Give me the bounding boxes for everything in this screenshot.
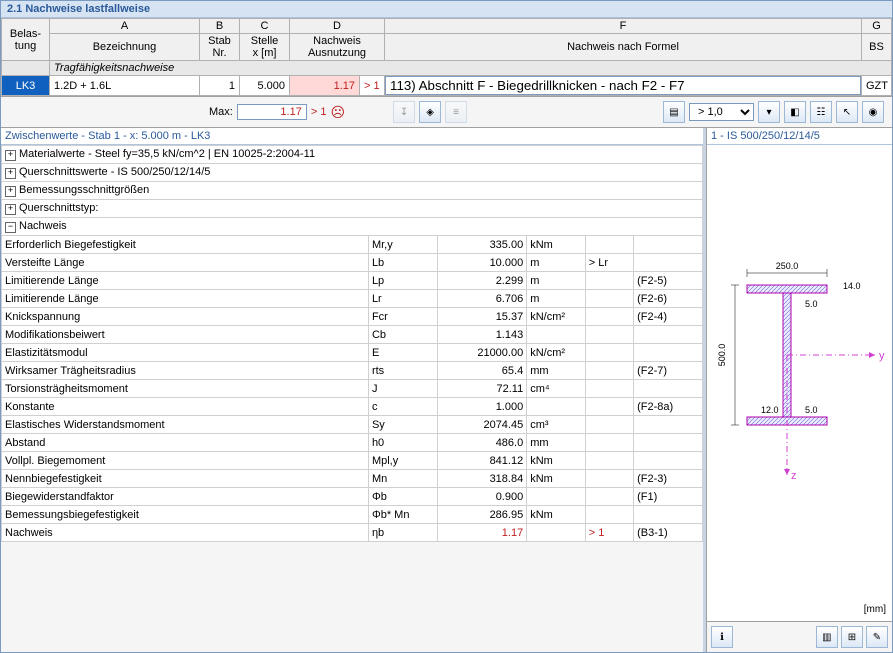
cell-flag[interactable]: > 1	[360, 76, 385, 96]
jump-start-button[interactable]: ↧	[393, 101, 415, 123]
col-header[interactable]: Bezeichnung	[50, 34, 200, 61]
funnel-icon[interactable]: ▾	[758, 101, 780, 123]
row-loadcase[interactable]: LK3	[2, 76, 50, 96]
expander-icon[interactable]: −	[5, 222, 16, 233]
stress-points-button[interactable]: ⊞	[841, 626, 863, 648]
section-toolbar: ℹ ▥ ⊞ ✎	[707, 621, 892, 652]
export-excel-button[interactable]: ☷	[810, 101, 832, 123]
results-grid: Belas-tung A B C D F G Bezeichnung StabN…	[1, 18, 892, 97]
section-graphic[interactable]: 250.0 500.0 14.0 5.0 5.0 12.0	[707, 145, 892, 621]
details-pane: Zwischenwerte - Stab 1 - x: 5.000 m - LK…	[1, 128, 706, 652]
col-letter[interactable]: F	[385, 19, 862, 34]
svg-text:z: z	[791, 470, 797, 482]
col-header[interactable]: Stellex [m]	[240, 34, 290, 61]
detail-row[interactable]: Wirksamer Trägheitsradiusrts65.4mm(F2-7)	[2, 362, 703, 380]
detail-row[interactable]: Elastisches WiderstandsmomentSy2074.45cm…	[2, 416, 703, 434]
max-label: Max:	[209, 106, 233, 118]
detail-row[interactable]: TorsionsträgheitsmomentJ72.11cm⁴	[2, 380, 703, 398]
ratio-filter-dropdown[interactable]: > 1,0	[689, 103, 754, 121]
group-row[interactable]: Tragfähigkeitsnachweise	[2, 61, 892, 76]
detail-row[interactable]: Versteifte LängeLb10.000m> Lr	[2, 254, 703, 272]
cell-x[interactable]: 5.000	[240, 76, 290, 96]
col-letter[interactable]: D	[290, 19, 385, 34]
col-letter[interactable]: C	[240, 19, 290, 34]
filter-results-button[interactable]: ▤	[663, 101, 685, 123]
detail-row[interactable]: NennbiegefestigkeitMn318.84kNm(F2-3)	[2, 470, 703, 488]
extended-button[interactable]: ✎	[866, 626, 888, 648]
expander-icon[interactable]: +	[5, 204, 16, 215]
tree-header-row[interactable]: +Querschnittstyp:	[2, 200, 703, 218]
cell-stab[interactable]: 1	[200, 76, 240, 96]
detail-row[interactable]: BiegewiderstandfaktorΦb0.900(F1)	[2, 488, 703, 506]
max-flag: > 1	[311, 106, 327, 118]
detail-row[interactable]: ElastizitätsmodulE21000.00kN/cm²	[2, 344, 703, 362]
tree-header-row[interactable]: +Querschnittswerte - IS 500/250/12/14/5	[2, 164, 703, 182]
cell-bs[interactable]: GZT	[862, 76, 892, 96]
expander-icon[interactable]: +	[5, 186, 16, 197]
col-header[interactable]: NachweisAusnutzung	[290, 34, 385, 61]
svg-text:250.0: 250.0	[776, 261, 799, 271]
colors-button[interactable]: ◧	[784, 101, 806, 123]
table-row[interactable]: LK3 1.2D + 1.6L 1 5.000 1.17 > 1 GZT	[2, 76, 892, 96]
detail-row[interactable]: Erforderlich BiegefestigkeitMr,y335.00kN…	[2, 236, 703, 254]
details-tree[interactable]: +Materialwerte - Steel fy=35,5 kN/cm^2 |…	[1, 145, 703, 652]
svg-text:5.0: 5.0	[805, 299, 818, 309]
detail-row[interactable]: Limitierende LängeLp2.299m(F2-5)	[2, 272, 703, 290]
col-letter[interactable]: G	[862, 19, 892, 34]
tree-header-row[interactable]: +Materialwerte - Steel fy=35,5 kN/cm^2 |…	[2, 146, 703, 164]
tree-header-row[interactable]: −Nachweis	[2, 218, 703, 236]
col-letter[interactable]: B	[200, 19, 240, 34]
expander-icon[interactable]: +	[5, 150, 16, 161]
info-icon[interactable]: ℹ	[711, 626, 733, 648]
detail-row[interactable]: Konstantec1.000(F2-8a)	[2, 398, 703, 416]
details-title: Zwischenwerte - Stab 1 - x: 5.000 m - LK…	[1, 128, 703, 145]
max-value: 1.17	[237, 104, 307, 120]
detail-row[interactable]: BemessungsbiegefestigkeitΦb* Mn286.95kNm	[2, 506, 703, 524]
col-header[interactable]: Nachweis nach Formel	[385, 34, 862, 61]
svg-text:500.0: 500.0	[717, 344, 727, 367]
app-window: 2.1 Nachweise lastfallweise Belas-tung A…	[0, 0, 893, 653]
col-header[interactable]: BS	[862, 34, 892, 61]
svg-text:5.0: 5.0	[805, 405, 818, 415]
detail-row[interactable]: Nachweisηb1.17> 1(B3-1)	[2, 524, 703, 542]
detail-row[interactable]: Abstandh0486.0mm	[2, 434, 703, 452]
col-header[interactable]: StabNr.	[200, 34, 240, 61]
tree-header-row[interactable]: +Bemessungsschnittgrößen	[2, 182, 703, 200]
section-pane: 1 - IS 500/250/12/14/5	[706, 128, 892, 652]
detail-row[interactable]: Vollpl. BiegemomentMpl,y841.12kNm	[2, 452, 703, 470]
formula-input[interactable]	[385, 76, 861, 95]
view-button[interactable]: ◉	[862, 101, 884, 123]
pick-button[interactable]: ↖	[836, 101, 858, 123]
grid-toolbar: Max: 1.17 > 1 ☹ ↧ ◈ ≡ ▤ > 1,0 ▾ ◧ ☷ ↖ ◉	[1, 97, 892, 128]
cell-name[interactable]: 1.2D + 1.6L	[50, 76, 200, 96]
svg-text:y: y	[879, 350, 885, 362]
tool-button[interactable]: ≡	[445, 101, 467, 123]
section-values-button[interactable]: ▥	[816, 626, 838, 648]
warning-icon: ☹	[330, 104, 345, 121]
detail-row[interactable]: Limitierende LängeLr6.706m(F2-6)	[2, 290, 703, 308]
unit-label: [mm]	[864, 604, 886, 615]
detail-row[interactable]: ModifikationsbeiwertCb1.143	[2, 326, 703, 344]
window-title: 2.1 Nachweise lastfallweise	[1, 1, 892, 18]
goto-graphic-button[interactable]: ◈	[419, 101, 441, 123]
section-title: 1 - IS 500/250/12/14/5	[707, 128, 892, 145]
detail-row[interactable]: KnickspannungFcr15.37kN/cm²(F2-4)	[2, 308, 703, 326]
svg-text:12.0: 12.0	[761, 405, 779, 415]
svg-text:14.0: 14.0	[843, 281, 861, 291]
cell-util[interactable]: 1.17	[290, 76, 360, 96]
rowheader-label: Belas-tung	[2, 19, 50, 61]
col-letter[interactable]: A	[50, 19, 200, 34]
expander-icon[interactable]: +	[5, 168, 16, 179]
